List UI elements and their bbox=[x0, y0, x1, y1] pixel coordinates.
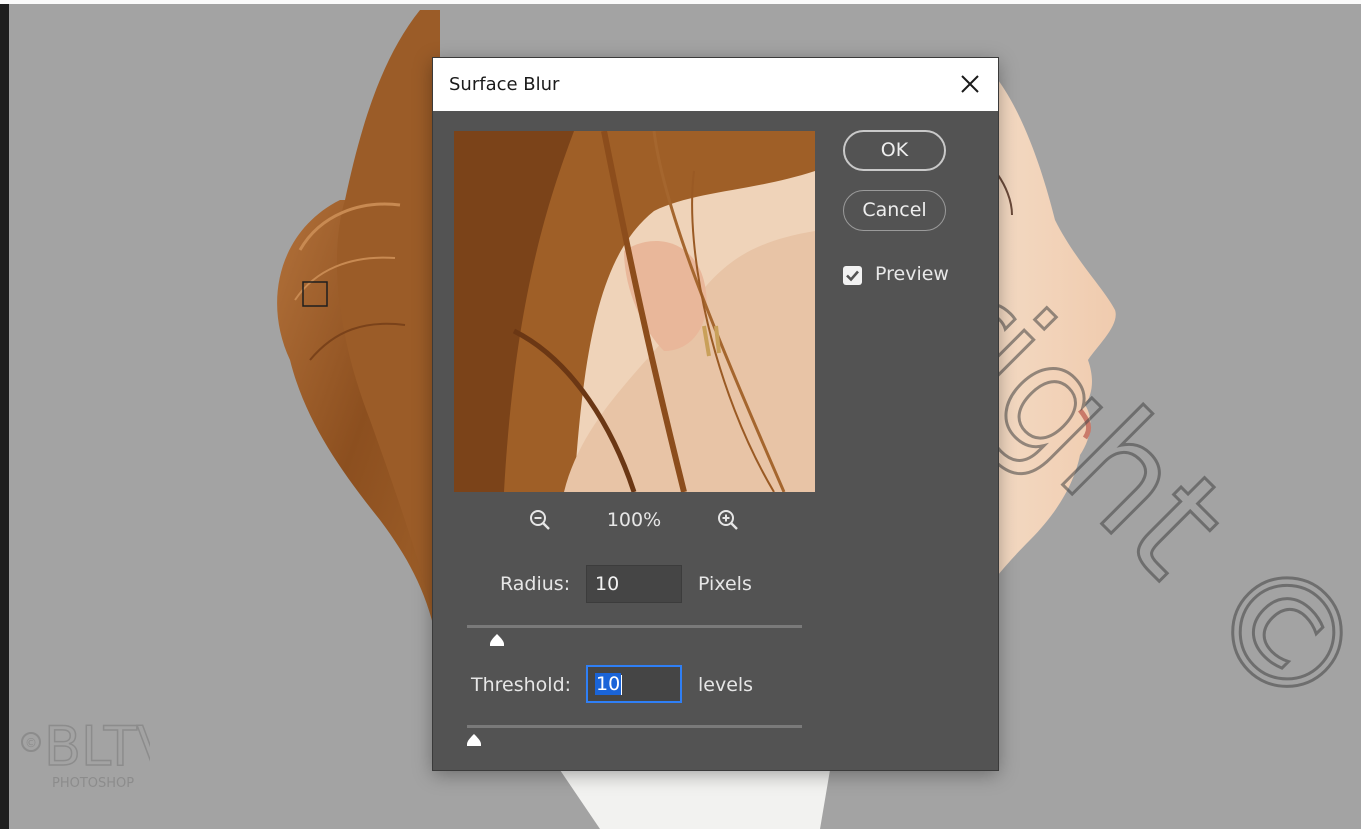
cancel-button[interactable]: Cancel bbox=[843, 190, 946, 231]
close-icon[interactable] bbox=[954, 68, 986, 100]
radius-slider-track[interactable] bbox=[467, 625, 802, 628]
logo-wordmark: BLTV bbox=[44, 715, 150, 778]
preview-checkbox[interactable] bbox=[843, 266, 862, 285]
bltv-logo: © BLTV PHOTOSHOP bbox=[20, 705, 174, 799]
threshold-label: Threshold: bbox=[471, 674, 572, 696]
radius-input[interactable]: 10 bbox=[586, 565, 682, 603]
threshold-input[interactable]: 10 bbox=[586, 665, 682, 703]
checkmark-icon bbox=[846, 270, 859, 282]
threshold-slider-track[interactable] bbox=[467, 725, 802, 728]
slider-thumb-icon bbox=[490, 634, 505, 646]
radius-slider-thumb[interactable] bbox=[488, 632, 506, 646]
top-border bbox=[0, 0, 1361, 4]
preview-label[interactable]: Preview bbox=[875, 263, 949, 285]
left-border bbox=[0, 0, 9, 829]
slider-thumb-icon bbox=[466, 734, 481, 746]
dialog-title: Surface Blur bbox=[449, 74, 560, 95]
logo-subtext: PHOTOSHOP bbox=[52, 776, 134, 791]
threshold-slider-thumb[interactable] bbox=[465, 732, 483, 746]
dialog-titlebar[interactable]: Surface Blur bbox=[433, 58, 998, 111]
radius-unit: Pixels bbox=[698, 573, 752, 595]
surface-blur-dialog: Surface Blur 100% OK Cancel Preview Radi bbox=[433, 58, 998, 770]
threshold-unit: levels bbox=[698, 674, 754, 696]
preview-image[interactable] bbox=[454, 131, 815, 492]
zoom-in-icon[interactable] bbox=[716, 508, 740, 532]
radius-value: 10 bbox=[595, 573, 620, 595]
ok-button[interactable]: OK bbox=[843, 130, 946, 171]
svg-text:©: © bbox=[25, 736, 37, 750]
text-caret bbox=[621, 674, 623, 695]
zoom-out-icon[interactable] bbox=[528, 508, 552, 532]
radius-label: Radius: bbox=[500, 573, 571, 595]
threshold-value: 10 bbox=[595, 673, 622, 695]
zoom-level-readout: 100% bbox=[606, 509, 662, 531]
